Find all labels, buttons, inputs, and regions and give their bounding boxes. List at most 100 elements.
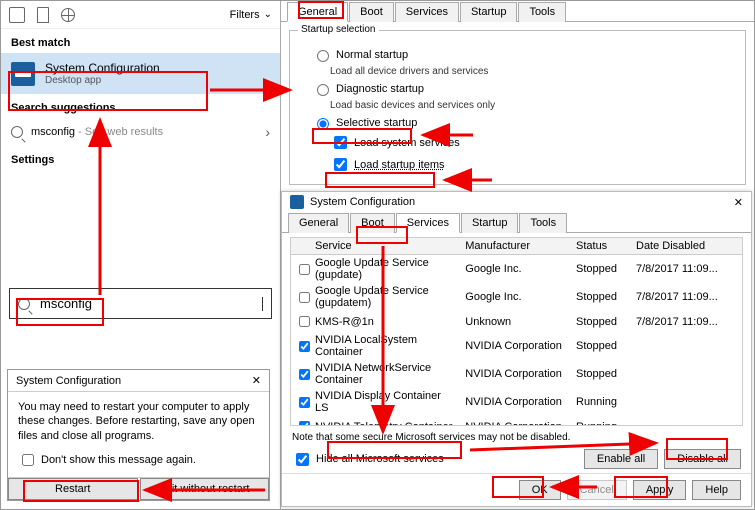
result-subtitle: Desktop app — [45, 75, 160, 86]
suggestion-text: msconfig - See web results — [31, 126, 163, 138]
normal-startup-desc: Load all device drivers and services — [330, 66, 735, 77]
service-name: Google Update Service (gupdatem) — [311, 283, 461, 311]
dialog-body: You may need to restart your computer to… — [18, 401, 255, 442]
service-checkbox[interactable] — [299, 264, 310, 275]
service-date-disabled — [632, 400, 742, 404]
service-status: Running — [572, 394, 632, 410]
service-checkbox[interactable] — [299, 369, 310, 380]
service-name: NVIDIA Display Container LS — [311, 388, 461, 416]
exit-without-restart-button[interactable]: Exit without restart — [140, 478, 270, 500]
dialog-title: System Configuration — [16, 375, 121, 387]
tab-startup[interactable]: Startup — [461, 213, 518, 233]
service-status: Stopped — [572, 261, 632, 277]
cancel-button[interactable]: Cancel — [567, 480, 627, 500]
diagnostic-startup-desc: Load basic devices and services only — [330, 100, 735, 111]
restart-dialog: System Configuration ✕ You may need to r… — [7, 369, 270, 501]
service-manufacturer: Unknown — [461, 314, 572, 330]
service-date-disabled — [632, 372, 742, 376]
search-input[interactable] — [38, 295, 254, 312]
service-checkbox[interactable] — [299, 421, 310, 426]
service-row[interactable]: NVIDIA Display Container LSNVIDIA Corpor… — [291, 388, 742, 416]
diagnostic-startup-label: Diagnostic startup — [336, 83, 424, 95]
service-manufacturer: NVIDIA Corporation — [461, 338, 572, 354]
web-icon[interactable] — [61, 8, 75, 22]
service-name: KMS-R@1n — [311, 314, 461, 330]
col-status[interactable]: Status — [572, 238, 632, 254]
service-status: Running — [572, 419, 632, 427]
load-system-services-label: Load system services — [354, 137, 460, 149]
best-match-heading: Best match — [1, 29, 280, 53]
msconfig-icon — [290, 195, 304, 209]
filters-label: Filters — [230, 9, 260, 21]
service-date-disabled: 7/8/2017 11:09... — [632, 314, 742, 330]
disable-all-button[interactable]: Disable all — [664, 449, 741, 469]
service-name: Google Update Service (gupdate) — [311, 255, 461, 283]
service-row[interactable]: NVIDIA LocalSystem ContainerNVIDIA Corpo… — [291, 332, 742, 360]
chevron-down-icon: ⌄ — [264, 9, 272, 20]
service-row[interactable]: KMS-R@1nUnknownStopped7/8/2017 11:09... — [291, 311, 742, 332]
service-manufacturer: NVIDIA Corporation — [461, 394, 572, 410]
tab-startup[interactable]: Startup — [460, 2, 517, 22]
close-icon[interactable]: ✕ — [252, 374, 261, 387]
service-checkbox[interactable] — [299, 341, 310, 352]
ok-button[interactable]: OK — [519, 480, 561, 500]
normal-startup-radio[interactable] — [317, 50, 329, 62]
service-manufacturer: Google Inc. — [461, 261, 572, 277]
service-row[interactable]: NVIDIA NetworkService ContainerNVIDIA Co… — [291, 360, 742, 388]
selective-startup-radio[interactable] — [317, 118, 329, 130]
documents-icon[interactable] — [37, 7, 49, 23]
service-date-disabled: 7/8/2017 11:09... — [632, 289, 742, 305]
enable-all-button[interactable]: Enable all — [584, 449, 658, 469]
filters-dropdown[interactable]: Filters ⌄ — [230, 9, 272, 21]
service-row[interactable]: Google Update Service (gupdate)Google In… — [291, 255, 742, 283]
service-status: Stopped — [572, 338, 632, 354]
col-date-disabled[interactable]: Date Disabled — [632, 238, 742, 254]
service-manufacturer: NVIDIA Corporation — [461, 419, 572, 427]
result-title: System Configuration — [45, 61, 160, 75]
load-system-services-checkbox[interactable] — [334, 136, 347, 149]
tab-boot[interactable]: Boot — [350, 213, 395, 233]
service-checkbox[interactable] — [299, 292, 310, 303]
hide-microsoft-services-checkbox[interactable] — [296, 453, 309, 466]
text-cursor — [262, 297, 263, 311]
service-date-disabled: 7/8/2017 11:09... — [632, 261, 742, 277]
service-checkbox[interactable] — [299, 316, 310, 327]
diagnostic-startup-radio[interactable] — [317, 84, 329, 96]
service-checkbox[interactable] — [299, 397, 310, 408]
search-suggestions-heading: Search suggestions — [1, 94, 280, 118]
msconfig-icon — [11, 62, 35, 86]
startup-selection-legend: Startup selection — [298, 24, 379, 35]
dont-show-checkbox[interactable] — [22, 454, 34, 466]
apply-button[interactable]: Apply — [633, 480, 687, 500]
best-match-result[interactable]: System Configuration Desktop app — [1, 53, 280, 94]
tab-boot[interactable]: Boot — [349, 2, 394, 22]
window-title: System Configuration — [310, 196, 415, 208]
search-icon — [18, 298, 30, 310]
col-service[interactable]: Service — [311, 238, 461, 254]
close-icon[interactable]: ✕ — [734, 196, 743, 209]
tab-general[interactable]: General — [288, 213, 349, 233]
normal-startup-label: Normal startup — [336, 49, 408, 61]
apps-icon[interactable] — [9, 7, 25, 23]
tab-general[interactable]: General — [287, 2, 348, 22]
load-startup-items-checkbox[interactable] — [334, 158, 347, 171]
settings-heading: Settings — [1, 146, 280, 170]
dont-show-label: Don't show this message again. — [41, 453, 196, 467]
service-status: Stopped — [572, 314, 632, 330]
service-status: Stopped — [572, 289, 632, 305]
selective-startup-label: Selective startup — [336, 117, 417, 129]
service-row[interactable]: NVIDIA Telemetry ContainerNVIDIA Corpora… — [291, 416, 742, 426]
tab-tools[interactable]: Tools — [518, 2, 566, 22]
tab-services[interactable]: Services — [396, 213, 460, 233]
tab-tools[interactable]: Tools — [519, 213, 567, 233]
tab-services[interactable]: Services — [395, 2, 459, 22]
restart-button[interactable]: Restart — [8, 478, 138, 500]
note-text: Note that some secure Microsoft services… — [282, 430, 751, 445]
help-button[interactable]: Help — [692, 480, 741, 500]
col-manufacturer[interactable]: Manufacturer — [461, 238, 572, 254]
search-suggestion-row[interactable]: msconfig - See web results › — [1, 118, 280, 146]
service-manufacturer: NVIDIA Corporation — [461, 366, 572, 382]
load-startup-items-label: Load startup items — [354, 159, 445, 171]
service-row[interactable]: Google Update Service (gupdatem)Google I… — [291, 283, 742, 311]
service-date-disabled — [632, 425, 742, 427]
